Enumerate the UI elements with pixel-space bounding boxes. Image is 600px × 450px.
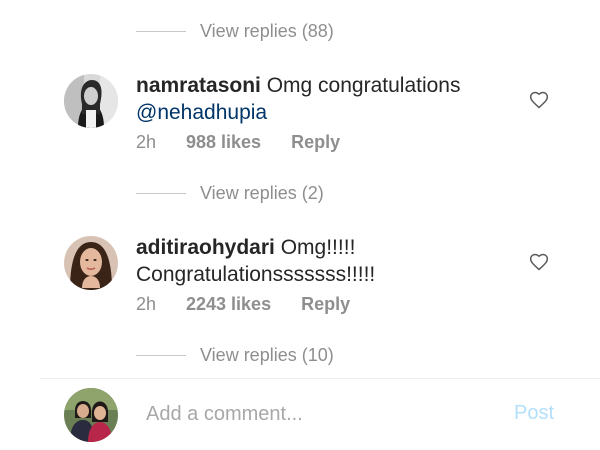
comment-meta: 2h 988 likes Reply: [136, 132, 340, 153]
comment-time: 2h: [136, 132, 157, 152]
like-heart-icon[interactable]: [529, 90, 549, 110]
profile-photo-icon: [64, 236, 118, 290]
like-heart-icon[interactable]: [529, 252, 549, 272]
view-replies-button[interactable]: View replies (2): [136, 181, 324, 205]
thread-line: [136, 30, 186, 32]
reply-button[interactable]: Reply: [301, 294, 350, 315]
profile-photo-icon: [64, 388, 118, 442]
avatar: [64, 388, 118, 442]
reply-button[interactable]: Reply: [291, 132, 340, 153]
comment-meta: 2h 2243 likes Reply: [136, 294, 350, 315]
comment-username[interactable]: namratasoni: [136, 74, 261, 97]
comment-text: aditiraohydari Omg!!!!! Congratulationss…: [136, 234, 496, 288]
view-replies-button[interactable]: View replies (88): [136, 19, 334, 43]
view-replies-button[interactable]: View replies (10): [136, 343, 334, 367]
profile-photo-icon: [64, 74, 118, 128]
comment-time: 2h: [136, 294, 157, 314]
view-replies-label: View replies (88): [200, 20, 334, 41]
comment-likes[interactable]: 2243 likes: [186, 294, 271, 315]
thread-line: [136, 354, 186, 356]
avatar[interactable]: [64, 236, 118, 290]
composer-divider: [40, 378, 600, 379]
comment-content-line2: Congratulationsssssss!!!!!: [136, 263, 376, 286]
comment-likes[interactable]: 988 likes: [186, 132, 261, 153]
comment-mention[interactable]: @nehadhupia: [136, 101, 267, 124]
thread-line: [136, 192, 186, 194]
comment-content: Omg congratulations: [266, 74, 461, 97]
avatar[interactable]: [64, 74, 118, 128]
comment-content: Omg!!!!!: [280, 236, 356, 259]
comment-text: namratasoni Omg congratulations @nehadhu…: [136, 72, 496, 126]
view-replies-label: View replies (2): [200, 182, 324, 203]
post-button[interactable]: Post: [514, 402, 554, 425]
comment-username[interactable]: aditiraohydari: [136, 236, 275, 259]
view-replies-label: View replies (10): [200, 344, 334, 365]
comment-input[interactable]: [146, 398, 486, 430]
